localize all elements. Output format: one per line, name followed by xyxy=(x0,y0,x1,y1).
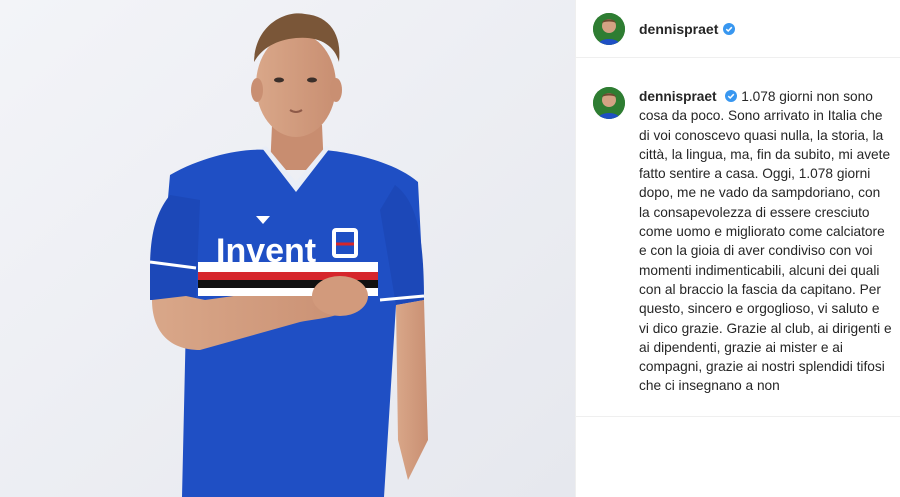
verified-badge-icon xyxy=(725,90,738,102)
caption-comment: dennispraet 1.078 giorni non sono cosa d… xyxy=(593,87,893,396)
divider xyxy=(576,416,900,417)
post-header: dennispraet xyxy=(576,0,900,58)
player-photo: Invent xyxy=(0,0,575,497)
verified-badge-icon xyxy=(723,22,736,35)
caption-text-block: dennispraet 1.078 giorni non sono cosa d… xyxy=(639,87,893,396)
post-sidebar: dennispraet dennispraet 1.078 giorni non… xyxy=(575,0,900,497)
post-image[interactable]: Invent xyxy=(0,0,575,497)
jersey-sponsor: Invent xyxy=(216,232,316,270)
caption-avatar[interactable] xyxy=(593,87,625,119)
header-username[interactable]: dennispraet xyxy=(639,21,718,37)
avatar[interactable] xyxy=(593,12,625,45)
caption-text: 1.078 giorni non sono cosa da poco. Sono… xyxy=(639,89,892,394)
caption-username[interactable]: dennispraet xyxy=(639,89,717,104)
